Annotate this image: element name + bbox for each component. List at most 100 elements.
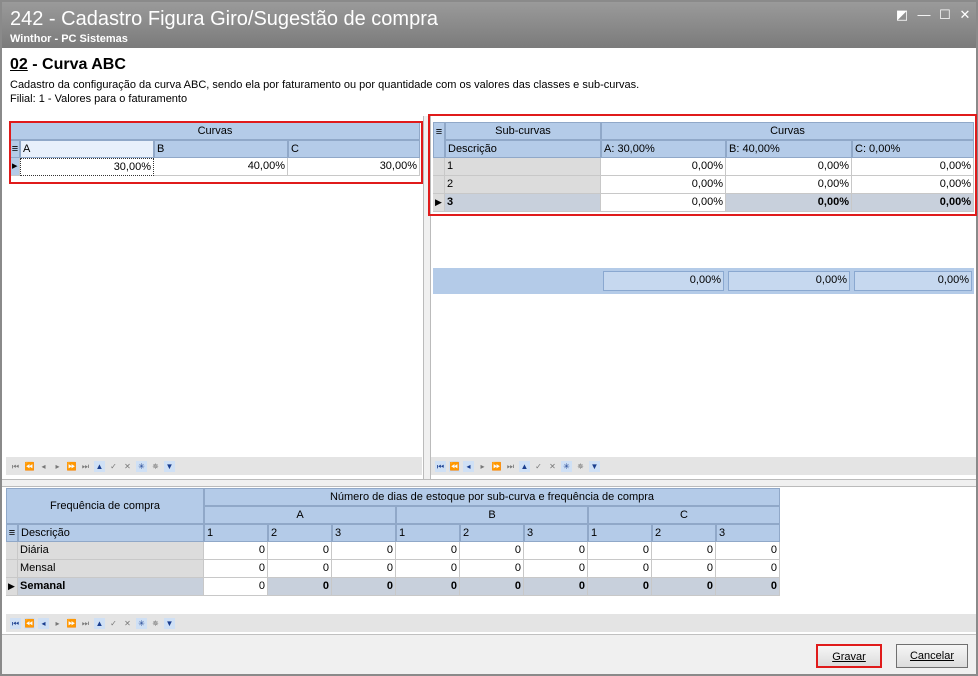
total-a: 0,00% <box>603 271 724 291</box>
days-cell[interactable]: 0 <box>524 578 588 596</box>
subcurve-header[interactable]: 3 <box>524 524 588 542</box>
help-icon[interactable]: ◩ <box>894 8 910 22</box>
page-title-number: 02 <box>10 56 28 73</box>
first-icon[interactable]: ⏮ <box>435 460 446 472</box>
cancel-edit-icon[interactable]: ✕ <box>547 461 558 472</box>
prev-icon[interactable]: ◂ <box>38 617 49 629</box>
column-chooser-icon[interactable]: ≡ <box>6 524 18 542</box>
days-cell[interactable]: 0 <box>652 560 716 578</box>
prev-page-icon[interactable]: ⏪ <box>24 617 35 629</box>
subcurve-header[interactable]: 3 <box>332 524 396 542</box>
filter-icon[interactable]: ▼ <box>589 460 600 472</box>
days-cell[interactable]: 0 <box>204 578 268 596</box>
next-page-icon[interactable]: ⏩ <box>66 618 77 629</box>
days-cell[interactable]: 0 <box>332 578 396 596</box>
next-icon[interactable]: ▸ <box>477 461 488 472</box>
prev-page-icon[interactable]: ⏪ <box>24 461 35 472</box>
subcurve-header[interactable]: 2 <box>268 524 332 542</box>
first-icon[interactable]: ⏮ <box>10 617 21 629</box>
page-description: Cadastro da configuração da curva ABC, s… <box>10 79 640 91</box>
class-c-header: C <box>588 506 780 524</box>
save-button[interactable]: Gravar <box>816 644 882 668</box>
next-page-icon[interactable]: ⏩ <box>491 461 502 472</box>
days-cell[interactable]: 0 <box>268 560 332 578</box>
refresh-icon[interactable]: ✳ <box>561 460 572 472</box>
days-cell[interactable]: 0 <box>332 542 396 560</box>
bookmark-icon[interactable]: ✵ <box>150 461 161 472</box>
subcurvas-navigator: ⏮ ⏪ ◂ ▸ ⏩ ⏭ ▲ ✓ ✕ ✳ ✵ ▼ <box>431 457 976 475</box>
subcurve-header[interactable]: 1 <box>396 524 460 542</box>
last-icon[interactable]: ⏭ <box>505 461 516 472</box>
days-cell[interactable]: 0 <box>716 560 780 578</box>
next-page-icon[interactable]: ⏩ <box>66 461 77 472</box>
days-cell[interactable]: 0 <box>268 542 332 560</box>
horizontal-splitter[interactable] <box>2 479 976 487</box>
days-cell[interactable]: 0 <box>460 542 524 560</box>
subcurvas-highlight <box>428 114 977 216</box>
post-icon[interactable]: ✓ <box>108 618 119 629</box>
refresh-icon[interactable]: ✳ <box>136 617 147 629</box>
prev-icon[interactable]: ◂ <box>38 461 49 472</box>
subcurve-header[interactable]: 1 <box>204 524 268 542</box>
cancel-edit-icon[interactable]: ✕ <box>122 461 133 472</box>
days-cell[interactable]: 0 <box>652 578 716 596</box>
refresh-icon[interactable]: ✳ <box>136 460 147 472</box>
first-icon[interactable]: ⏮ <box>10 461 21 472</box>
filter-icon[interactable]: ▼ <box>164 617 175 629</box>
filter-icon[interactable]: ▼ <box>164 460 175 472</box>
insert-icon[interactable]: ▲ <box>94 617 105 629</box>
next-icon[interactable]: ▸ <box>52 461 63 472</box>
days-cell[interactable]: 0 <box>268 578 332 596</box>
cancel-edit-icon[interactable]: ✕ <box>122 618 133 629</box>
subcurve-header[interactable]: 2 <box>460 524 524 542</box>
days-cell[interactable]: 0 <box>588 542 652 560</box>
freq-navigator: ⏮ ⏪ ◂ ▸ ⏩ ⏭ ▲ ✓ ✕ ✳ ✵ ▼ <box>6 614 976 632</box>
days-cell[interactable]: 0 <box>460 560 524 578</box>
bookmark-icon[interactable]: ✵ <box>150 618 161 629</box>
frequency-label: Mensal <box>18 560 204 578</box>
last-icon[interactable]: ⏭ <box>80 461 91 472</box>
days-cell[interactable]: 0 <box>396 560 460 578</box>
cancel-button-label: Cancelar <box>909 650 955 662</box>
days-cell[interactable]: 0 <box>524 560 588 578</box>
bookmark-icon[interactable]: ✵ <box>575 461 586 472</box>
days-cell[interactable]: 0 <box>204 542 268 560</box>
minimize-icon[interactable]: — <box>916 8 932 22</box>
filial-info: Filial: 1 - Valores para o faturamento <box>10 93 188 105</box>
days-cell[interactable]: 0 <box>332 560 396 578</box>
days-cell[interactable]: 0 <box>588 578 652 596</box>
days-cell[interactable]: 0 <box>716 578 780 596</box>
total-c: 0,00% <box>854 271 972 291</box>
class-a-header: A <box>204 506 396 524</box>
col-descricao-header[interactable]: Descrição <box>18 524 204 542</box>
row-indicator <box>6 560 18 578</box>
subcurve-header[interactable]: 2 <box>652 524 716 542</box>
insert-icon[interactable]: ▲ <box>519 460 530 472</box>
close-icon[interactable]: ✕ <box>957 8 973 22</box>
subcurve-header[interactable]: 3 <box>716 524 780 542</box>
window-title: 242 - Cadastro Figura Giro/Sugestão de c… <box>10 8 438 30</box>
days-cell[interactable]: 0 <box>652 542 716 560</box>
page-title: 02 - Curva ABC <box>10 56 126 74</box>
frequency-label: Diária <box>18 542 204 560</box>
row-indicator <box>6 542 18 560</box>
next-icon[interactable]: ▸ <box>52 618 63 629</box>
subcurve-header[interactable]: 1 <box>588 524 652 542</box>
post-icon[interactable]: ✓ <box>533 461 544 472</box>
insert-icon[interactable]: ▲ <box>94 460 105 472</box>
last-icon[interactable]: ⏭ <box>80 618 91 629</box>
days-cell[interactable]: 0 <box>396 542 460 560</box>
days-cell[interactable]: 0 <box>524 542 588 560</box>
days-cell[interactable]: 0 <box>204 560 268 578</box>
days-cell[interactable]: 0 <box>396 578 460 596</box>
curvas-navigator: ⏮ ⏪ ◂ ▸ ⏩ ⏭ ▲ ✓ ✕ ✳ ✵ ▼ <box>6 457 422 475</box>
class-b-header: B <box>396 506 588 524</box>
days-cell[interactable]: 0 <box>588 560 652 578</box>
post-icon[interactable]: ✓ <box>108 461 119 472</box>
prev-icon[interactable]: ◂ <box>463 460 474 472</box>
maximize-icon[interactable]: ☐ <box>937 8 953 22</box>
days-cell[interactable]: 0 <box>716 542 780 560</box>
cancel-button[interactable]: Cancelar <box>896 644 968 668</box>
prev-page-icon[interactable]: ⏪ <box>449 460 460 472</box>
days-cell[interactable]: 0 <box>460 578 524 596</box>
